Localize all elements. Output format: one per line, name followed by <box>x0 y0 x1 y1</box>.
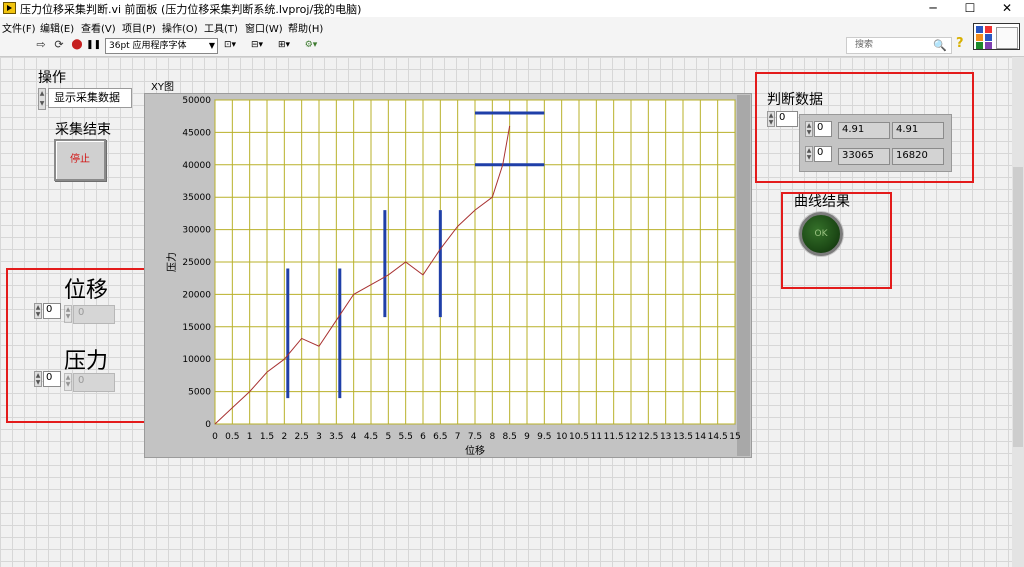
y-tick-label: 35000 <box>182 193 211 203</box>
x-tick-label: 5 <box>385 432 391 442</box>
x-axis-label: 位移 <box>465 444 485 457</box>
y-tick-label: 15000 <box>182 323 211 333</box>
x-tick-label: 11.5 <box>604 432 624 442</box>
x-tick-label: 6.5 <box>433 432 447 442</box>
x-tick-label: 10 <box>556 432 568 442</box>
x-tick-label: 10.5 <box>569 432 589 442</box>
x-tick-label: 14 <box>695 432 707 442</box>
y-tick-label: 25000 <box>182 258 211 268</box>
x-tick-label: 3.5 <box>329 432 343 442</box>
x-tick-label: 5.5 <box>399 432 413 442</box>
x-tick-label: 4 <box>351 432 357 442</box>
y-tick-label: 50000 <box>182 96 211 106</box>
y-tick-label: 20000 <box>182 290 211 300</box>
x-tick-label: 13.5 <box>673 432 693 442</box>
x-tick-label: 3 <box>316 432 322 442</box>
x-tick-label: 14.5 <box>708 432 728 442</box>
x-axis-ticks: 0 0.5 1 1.5 2 2.5 3 3.5 4 4.5 5 5.5 6 6.5 7 7.5 8 8.5 9 9.5… <box>212 432 741 442</box>
x-tick-label: 12 <box>625 432 636 442</box>
x-tick-label: 12.5 <box>638 432 658 442</box>
y-axis-label: 压力 <box>165 252 178 272</box>
x-tick-label: 7.5 <box>468 432 482 442</box>
x-tick-label: 0.5 <box>225 432 239 442</box>
x-tick-label: 8 <box>489 432 495 442</box>
xy-graph[interactable]: 0 0.5 1 1.5 2 2.5 3 3.5 4 4.5 5 5.5 6 6.5 7 7.5 8 8.5 9 9.5… <box>0 0 1024 567</box>
x-tick-label: 9.5 <box>537 432 551 442</box>
x-tick-label: 15 <box>729 432 740 442</box>
y-tick-label: 45000 <box>182 128 211 138</box>
y-tick-label: 30000 <box>182 226 211 236</box>
x-tick-label: 7 <box>455 432 461 442</box>
x-tick-label: 13 <box>660 432 671 442</box>
y-tick-label: 0 <box>205 420 211 430</box>
x-tick-label: 2.5 <box>295 432 309 442</box>
x-tick-label: 6 <box>420 432 426 442</box>
x-tick-label: 0 <box>212 432 218 442</box>
x-tick-label: 8.5 <box>503 432 517 442</box>
y-tick-label: 10000 <box>182 355 211 365</box>
x-tick-label: 4.5 <box>364 432 378 442</box>
y-tick-label: 40000 <box>182 161 211 171</box>
x-tick-label: 1 <box>247 432 253 442</box>
x-tick-label: 9 <box>524 432 530 442</box>
y-axis-ticks: 0 5000 10000 15000 20000 25000 30000 35000 40000… <box>182 96 211 430</box>
x-tick-label: 1.5 <box>260 432 274 442</box>
y-tick-label: 5000 <box>188 388 211 398</box>
x-tick-label: 2 <box>281 432 287 442</box>
x-tick-label: 11 <box>591 432 602 442</box>
